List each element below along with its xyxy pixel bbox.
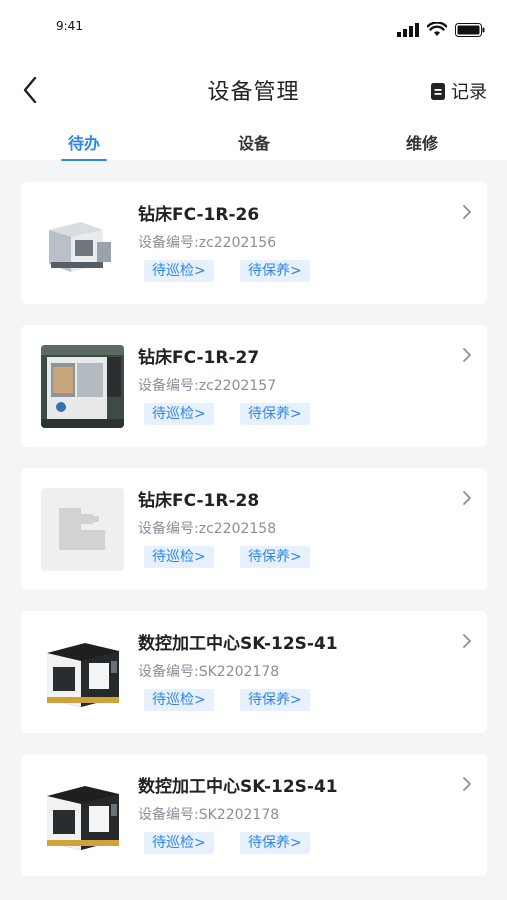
inspect-pending-tag[interactable]: 待巡检> [144,546,214,568]
maintain-pending-tag[interactable]: 待保养> [240,403,310,425]
chevron-right-icon [463,348,471,362]
inspect-pending-tag[interactable]: 待巡检> [144,260,214,282]
device-card[interactable]: 数控加工中心SK-12S-41 设备编号:SK2202178 待巡检> 待保养> [21,754,487,876]
document-icon [431,82,445,100]
device-code: 设备编号:SK2202178 [138,664,280,680]
maintain-pending-tag[interactable]: 待保养> [240,546,310,568]
device-code: 设备编号:zc2202157 [138,378,277,394]
device-card[interactable]: 钻床FC-1R-28 设备编号:zc2202158 待巡检> 待保养> [21,468,487,590]
battery-icon [455,22,485,37]
maintain-pending-tag[interactable]: 待保养> [240,260,310,282]
header-area: 9:41 设备管理 记录 待办 设备 维修 [0,0,507,161]
device-thumbnail [41,774,124,857]
device-thumbnail [41,631,124,714]
device-card[interactable]: 钻床FC-1R-26 设备编号:zc2202156 待巡检> 待保养> [21,182,487,304]
signal-icon [397,22,419,37]
nav-bar: 设备管理 记录 [0,60,507,120]
maintain-pending-tag[interactable]: 待保养> [240,832,310,854]
status-icons [397,22,485,37]
device-name: 钻床FC-1R-27 [138,348,260,368]
tab-repair[interactable]: 维修 [382,130,462,154]
device-card[interactable]: 钻床FC-1R-27 设备编号:zc2202157 待巡检> 待保养> [21,325,487,447]
chevron-right-icon [463,491,471,505]
record-label: 记录 [451,82,487,103]
status-time: 9:41 [56,19,83,33]
tab-bar: 待办 设备 维修 [0,120,507,161]
device-code: 设备编号:zc2202156 [138,235,277,251]
device-code: 设备编号:SK2202178 [138,807,280,823]
machining-center-image [41,345,124,428]
inspect-pending-tag[interactable]: 待巡检> [144,689,214,711]
chevron-right-icon [463,205,471,219]
inspect-pending-tag[interactable]: 待巡检> [144,403,214,425]
device-name: 数控加工中心SK-12S-41 [138,634,338,654]
cnc-center-image [41,774,124,857]
device-thumbnail [41,488,124,571]
wifi-icon [427,22,447,36]
chevron-right-icon [463,777,471,791]
record-button[interactable]: 记录 [431,78,487,104]
device-name: 数控加工中心SK-12S-41 [138,777,338,797]
device-name: 钻床FC-1R-26 [138,205,260,225]
tab-todo[interactable]: 待办 [44,130,124,154]
device-name: 钻床FC-1R-28 [138,491,260,511]
cnc-center-image [41,631,124,714]
inspect-pending-tag[interactable]: 待巡检> [144,832,214,854]
status-bar: 9:41 [0,0,507,60]
chevron-right-icon [463,634,471,648]
device-thumbnail [41,345,124,428]
device-code: 设备编号:zc2202158 [138,521,277,537]
maintain-pending-tag[interactable]: 待保养> [240,689,310,711]
drill-machine-image [41,202,124,285]
device-list: 钻床FC-1R-26 设备编号:zc2202156 待巡检> 待保养> 钻床FC… [21,182,487,897]
tab-devices[interactable]: 设备 [214,130,294,154]
device-card[interactable]: 数控加工中心SK-12S-41 设备编号:SK2202178 待巡检> 待保养> [21,611,487,733]
placeholder-machine-icon [41,488,124,571]
device-thumbnail [41,202,124,285]
tab-active-indicator [61,159,107,161]
